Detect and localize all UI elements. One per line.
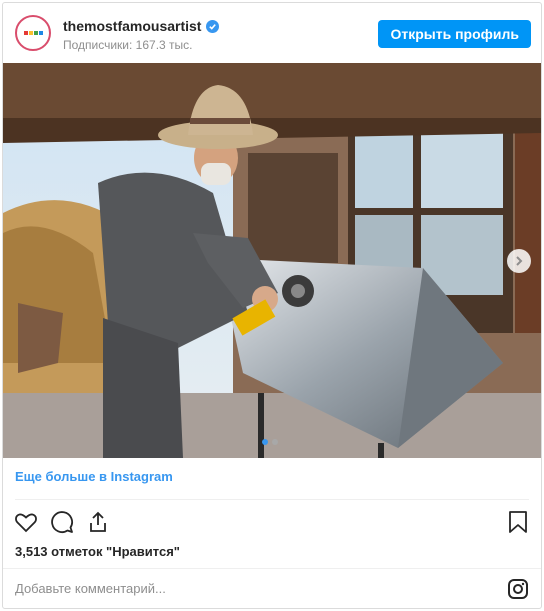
- carousel-dots: [262, 439, 278, 445]
- carousel-dot: [272, 439, 278, 445]
- avatar[interactable]: [15, 15, 51, 51]
- view-more-link[interactable]: Еще больше в Instagram: [15, 469, 173, 484]
- chevron-right-icon: [516, 256, 523, 266]
- verified-badge-icon: [206, 19, 220, 33]
- username[interactable]: themostfamousartist: [63, 18, 201, 34]
- post-media[interactable]: [3, 63, 541, 458]
- open-profile-button[interactable]: Открыть профиль: [378, 20, 531, 48]
- next-slide-button[interactable]: [507, 249, 531, 273]
- divider: [15, 499, 529, 500]
- username-row[interactable]: themostfamousartist: [63, 18, 220, 34]
- instagram-logo-icon[interactable]: [507, 578, 529, 600]
- comment-bar: Добавьте комментарий...: [3, 568, 541, 608]
- comment-icon[interactable]: [49, 509, 75, 535]
- post-photo: [3, 63, 541, 458]
- bookmark-icon[interactable]: [505, 509, 531, 535]
- likes-count[interactable]: 3,513 отметок "Нравится": [15, 544, 180, 559]
- action-bar: [13, 509, 111, 535]
- heart-icon[interactable]: [13, 509, 39, 535]
- follower-count: Подписчики: 167.3 тыс.: [63, 38, 193, 52]
- carousel-dot-active: [262, 439, 268, 445]
- post-header: themostfamousartist Подписчики: 167.3 ты…: [3, 3, 541, 63]
- avatar-logo: [23, 31, 43, 35]
- comment-input[interactable]: Добавьте комментарий...: [15, 581, 166, 596]
- share-icon[interactable]: [85, 509, 111, 535]
- instagram-embed-card: themostfamousartist Подписчики: 167.3 ты…: [2, 2, 542, 609]
